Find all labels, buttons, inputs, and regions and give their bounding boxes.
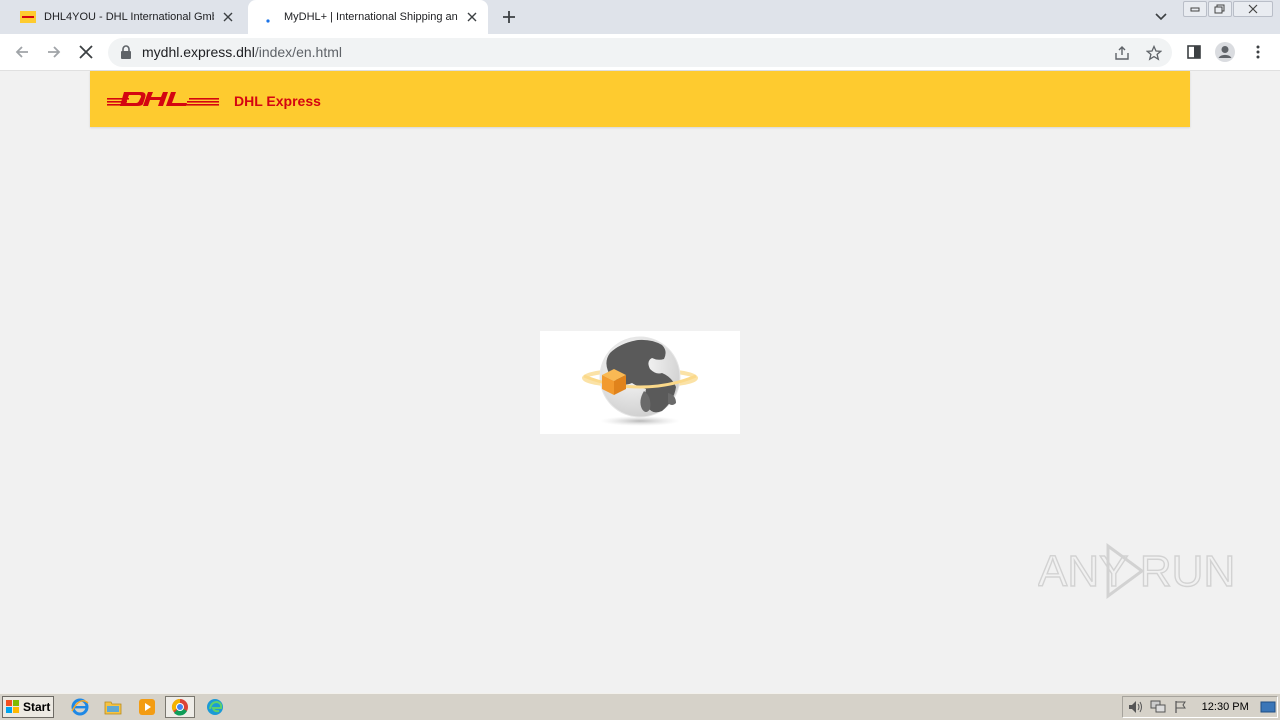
kebab-menu-icon — [1256, 45, 1260, 59]
chevron-down-icon — [1155, 13, 1167, 21]
media-player-icon[interactable] — [136, 697, 158, 717]
avatar-icon — [1215, 42, 1235, 62]
close-tab-icon[interactable] — [464, 9, 480, 25]
chrome-icon — [171, 698, 188, 716]
side-panel-button[interactable] — [1182, 40, 1206, 64]
arrow-left-icon — [15, 46, 28, 58]
internet-explorer-icon[interactable] — [69, 697, 91, 717]
address-bar[interactable]: mydhl.express.dhl/index/en.html — [108, 38, 1172, 67]
tab-title: DHL4YOU - DHL International GmbH — [44, 11, 214, 23]
file-explorer-icon[interactable] — [102, 697, 124, 717]
new-tab-button[interactable] — [499, 7, 519, 27]
close-icon — [1248, 4, 1258, 14]
anyrun-watermark: ANY RUN — [1037, 538, 1238, 604]
close-window-button[interactable] — [1233, 1, 1273, 17]
site-header: DHL Express — [90, 71, 1190, 127]
browser-toolbar: mydhl.express.dhl/index/en.html — [0, 34, 1280, 71]
tab-mydhl[interactable]: MyDHL+ | International Shipping and — [248, 0, 488, 34]
side-panel-icon — [1187, 45, 1201, 59]
browser-tab-strip: DHL4YOU - DHL International GmbH MyDHL+ … — [0, 0, 1280, 34]
edge-icon[interactable] — [204, 697, 226, 717]
network-icon[interactable] — [1149, 698, 1167, 716]
loading-animation — [540, 331, 740, 434]
start-label: Start — [23, 700, 51, 714]
stop-loading-button[interactable] — [74, 40, 98, 64]
globe-package-loading-icon — [582, 336, 698, 426]
plus-icon — [503, 11, 515, 23]
show-desktop-icon[interactable] — [1259, 698, 1277, 716]
minimize-icon — [1190, 7, 1200, 12]
url-path: /index/en.html — [254, 44, 342, 60]
share-icon[interactable] — [1112, 43, 1132, 63]
loading-spinner-icon — [266, 19, 270, 23]
clock[interactable]: 12:30 PM — [1202, 701, 1249, 713]
back-button[interactable] — [10, 40, 34, 64]
windows-logo-icon — [6, 700, 19, 713]
volume-icon[interactable] — [1127, 698, 1145, 716]
url-text: mydhl.express.dhl/index/en.html — [142, 44, 342, 60]
dhl-favicon-icon — [20, 11, 36, 23]
brand-label: DHL Express — [234, 93, 321, 109]
tab-dhl4you[interactable]: DHL4YOU - DHL International GmbH — [8, 0, 244, 34]
dhl-logo[interactable] — [107, 90, 219, 108]
bookmark-star-icon[interactable] — [1144, 43, 1164, 63]
profile-button[interactable] — [1213, 40, 1237, 64]
svg-text:ANY RUN: ANY RUN — [1038, 547, 1235, 596]
tab-search-button[interactable] — [1151, 8, 1171, 26]
forward-button[interactable] — [42, 40, 66, 64]
close-tab-icon[interactable] — [220, 9, 236, 25]
system-tray: 12:30 PM — [1122, 696, 1278, 718]
action-center-flag-icon[interactable] — [1171, 698, 1189, 716]
arrow-right-icon — [48, 46, 61, 58]
tab-title: MyDHL+ | International Shipping and — [284, 11, 458, 23]
minimize-button[interactable] — [1183, 1, 1207, 17]
restore-button[interactable] — [1208, 1, 1232, 17]
windows-taskbar: Start 12:30 PM — [0, 693, 1280, 720]
start-button[interactable]: Start — [2, 696, 54, 718]
url-host: mydhl.express.dhl — [142, 44, 255, 60]
chrome-taskbar-button[interactable] — [165, 696, 195, 718]
lock-icon — [121, 45, 131, 59]
menu-button[interactable] — [1246, 40, 1270, 64]
restore-icon — [1214, 4, 1225, 14]
close-icon — [79, 45, 93, 59]
anyrun-logo: ANY RUN — [1037, 543, 1236, 599]
